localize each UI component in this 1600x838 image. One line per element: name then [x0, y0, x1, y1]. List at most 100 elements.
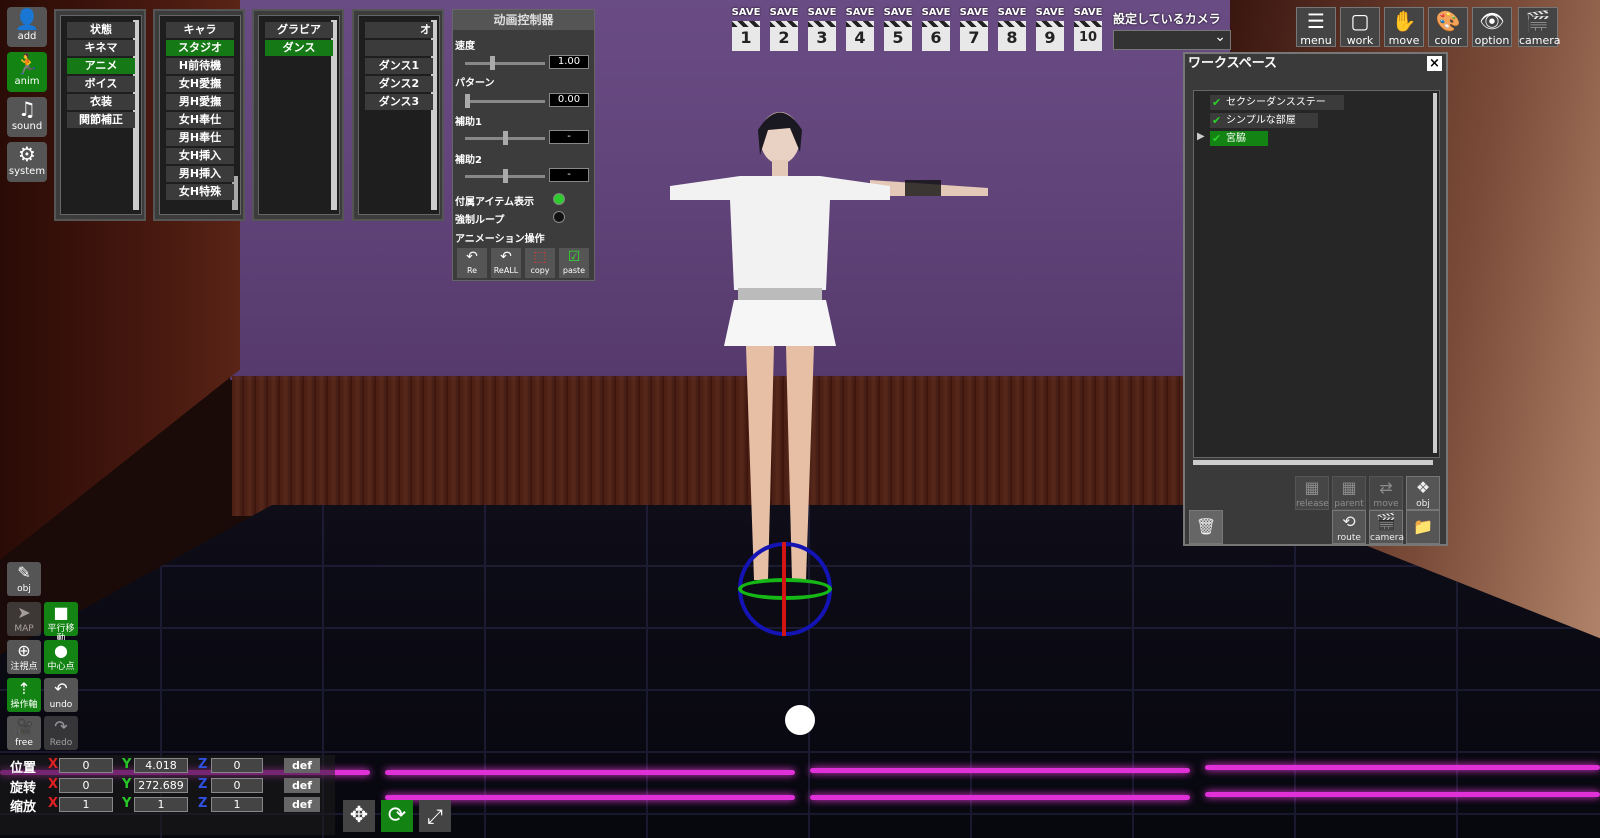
- close-button[interactable]: ×: [1427, 56, 1442, 71]
- move-mode-button[interactable]: ✥: [343, 800, 375, 832]
- scale-x-field[interactable]: 1: [59, 797, 113, 812]
- list-item[interactable]: オ: [365, 22, 433, 38]
- obj-button[interactable]: ✎ obj: [7, 562, 41, 596]
- list-item-selected[interactable]: アニメ: [67, 58, 135, 74]
- menu-button[interactable]: ☰ menu: [1296, 7, 1336, 47]
- list-item[interactable]: 男H挿入: [166, 166, 234, 182]
- list-item[interactable]: [365, 40, 433, 56]
- scale-default-button[interactable]: def: [284, 797, 320, 812]
- list-item[interactable]: 衣装: [67, 94, 135, 110]
- list-item[interactable]: 男H奉仕: [166, 130, 234, 146]
- pattern-value[interactable]: 0.00: [549, 93, 589, 107]
- route-button[interactable]: ⟲ route: [1332, 510, 1366, 544]
- save-slot-4[interactable]: SAVE 4: [843, 7, 877, 53]
- paste-button[interactable]: ☑ paste: [559, 248, 589, 278]
- save-slot-1[interactable]: SAVE 1: [729, 7, 763, 53]
- tree-item[interactable]: シンプルな部屋: [1210, 113, 1318, 128]
- copy-button[interactable]: ⬚ copy: [525, 248, 555, 278]
- camera-select-dropdown[interactable]: ⌄: [1113, 29, 1231, 50]
- list-item[interactable]: ダンス2: [365, 76, 433, 92]
- move-button[interactable]: ✋ move: [1384, 7, 1424, 47]
- save-slot-9[interactable]: SAVE 9: [1033, 7, 1067, 53]
- save-slot-3[interactable]: SAVE 3: [805, 7, 839, 53]
- scale-mode-button[interactable]: ⤢: [419, 800, 451, 832]
- position-x-field[interactable]: 0: [59, 758, 113, 773]
- aux1-slider[interactable]: [465, 131, 545, 145]
- move-copy-button[interactable]: ⇄move copy: [1369, 476, 1403, 519]
- list-item[interactable]: グラビア: [265, 22, 333, 38]
- reset-button[interactable]: ↶ Re: [457, 248, 487, 278]
- loop-toggle[interactable]: [553, 211, 565, 223]
- scale-y-field[interactable]: 1: [134, 797, 188, 812]
- save-slot-7[interactable]: SAVE 7: [957, 7, 991, 53]
- aux1-value[interactable]: -: [549, 130, 589, 144]
- rotate-mode-button[interactable]: ⟳: [381, 800, 413, 832]
- speed-value[interactable]: 1.00: [549, 55, 589, 69]
- list-item[interactable]: キネマ: [67, 40, 135, 56]
- list-item[interactable]: 関節補正: [67, 112, 135, 128]
- save-slot-5[interactable]: SAVE 5: [881, 7, 915, 53]
- free-camera-button[interactable]: 🎥 free: [7, 716, 41, 750]
- save-slot-6[interactable]: SAVE 6: [919, 7, 953, 53]
- save-slot-8[interactable]: SAVE 8: [995, 7, 1029, 53]
- character-model[interactable]: [650, 100, 1010, 620]
- redo-button[interactable]: ↷ Redo: [44, 716, 78, 750]
- position-default-button[interactable]: def: [284, 758, 320, 773]
- camera-button[interactable]: 🎬 camera: [1518, 7, 1561, 47]
- slider-knob[interactable]: [503, 169, 508, 183]
- rotation-y-field[interactable]: 272.689: [134, 778, 188, 793]
- anim-button[interactable]: 🏃 anim: [7, 52, 47, 92]
- center-point-button[interactable]: ● 中心点: [44, 640, 78, 674]
- tree-item[interactable]: セクシーダンスステー: [1210, 95, 1344, 110]
- operate-axis-button[interactable]: ⇡ 操作軸: [7, 678, 41, 712]
- position-y-field[interactable]: 4.018: [134, 758, 188, 773]
- delete-button[interactable]: 🗑: [1189, 510, 1223, 544]
- horizontal-scrollbar[interactable]: [1193, 460, 1433, 465]
- expand-arrow-icon[interactable]: ▶: [1197, 131, 1205, 142]
- list-item[interactable]: 女H奉仕: [166, 112, 234, 128]
- slider-knob[interactable]: [489, 56, 495, 70]
- rotation-z-field[interactable]: 0: [211, 778, 263, 793]
- tree-item-selected[interactable]: 宮脇: [1210, 131, 1268, 146]
- obj-copy-button[interactable]: ❖obj copy: [1406, 476, 1440, 519]
- list-item[interactable]: 女H挿入: [166, 148, 234, 164]
- rotation-x-field[interactable]: 0: [59, 778, 113, 793]
- list-item[interactable]: キャラ: [166, 22, 234, 38]
- parent-button[interactable]: ▦ parent: [1332, 476, 1366, 510]
- list-item-selected[interactable]: スタジオ: [166, 40, 234, 56]
- list-item[interactable]: 女H特殊: [166, 184, 234, 200]
- list-item[interactable]: 状態: [67, 22, 135, 38]
- save-slot-2[interactable]: SAVE 2: [767, 7, 801, 53]
- list-item[interactable]: ダンス1: [365, 58, 433, 74]
- aux2-value[interactable]: -: [549, 168, 589, 182]
- map-button[interactable]: ➤ MAP: [7, 602, 41, 636]
- undo-button[interactable]: ↶ undo: [44, 678, 78, 712]
- option-button[interactable]: 👁 option: [1472, 7, 1512, 47]
- slider-knob[interactable]: [503, 131, 508, 145]
- list-item-selected[interactable]: ダンス: [265, 40, 333, 56]
- slider-knob[interactable]: [465, 94, 470, 108]
- list-item[interactable]: 女H愛撫: [166, 76, 234, 92]
- work-button[interactable]: ▢ work: [1340, 7, 1380, 47]
- system-button[interactable]: ⚙ system: [7, 142, 47, 182]
- rotation-default-button[interactable]: def: [284, 778, 320, 793]
- add-button[interactable]: 👤 add: [7, 7, 47, 47]
- list-item[interactable]: 男H愛撫: [166, 94, 234, 110]
- rotation-gizmo-red[interactable]: [782, 542, 786, 636]
- list-item[interactable]: ダンス3: [365, 94, 433, 110]
- accessory-toggle[interactable]: [553, 193, 565, 205]
- pattern-slider[interactable]: [465, 94, 545, 108]
- color-button[interactable]: 🎨 color: [1428, 7, 1468, 47]
- save-slot-10[interactable]: SAVE 10: [1071, 7, 1105, 53]
- list-item[interactable]: ボイス: [67, 76, 135, 92]
- workspace-camera-button[interactable]: 🎬 camera: [1369, 510, 1404, 544]
- list-item[interactable]: H前待機: [166, 58, 234, 74]
- aux2-slider[interactable]: [465, 169, 545, 183]
- gaze-target[interactable]: [785, 705, 815, 735]
- release-button[interactable]: ▦ release: [1295, 476, 1329, 510]
- sound-button[interactable]: ♫ sound: [7, 97, 47, 137]
- folder-button[interactable]: 📁: [1406, 510, 1440, 544]
- scrollbar[interactable]: [1433, 93, 1437, 453]
- position-z-field[interactable]: 0: [211, 758, 263, 773]
- parallel-move-button[interactable]: ■ 平行移動: [44, 602, 78, 644]
